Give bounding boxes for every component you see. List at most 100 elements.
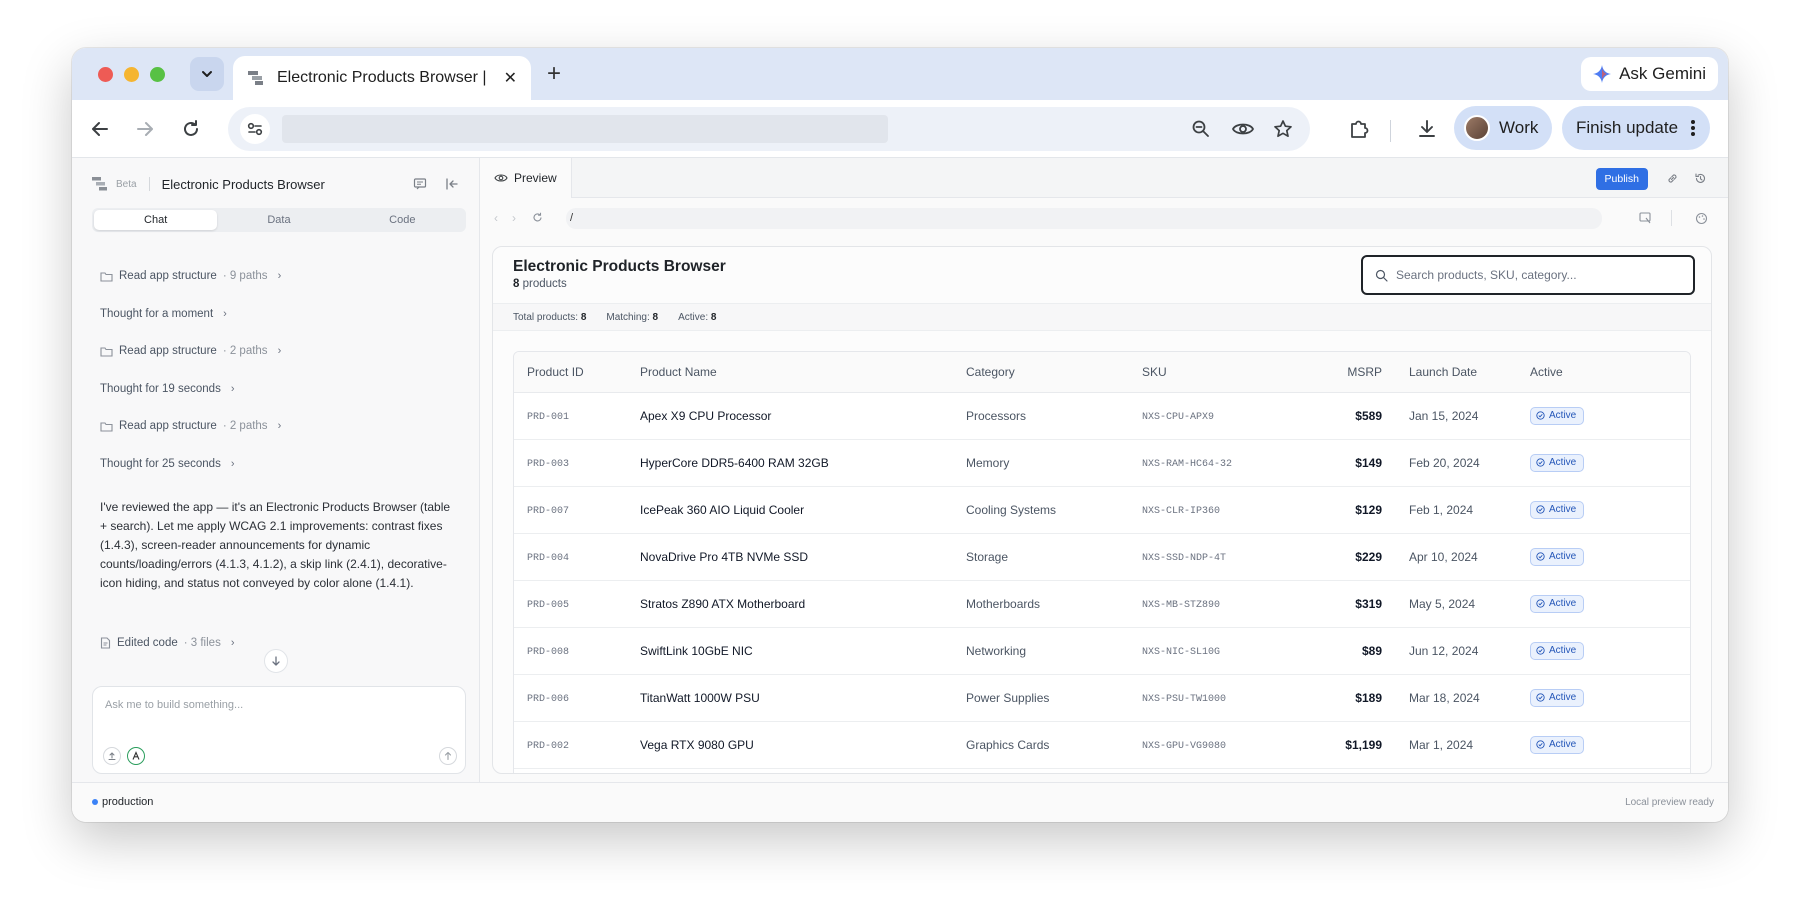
product-name: HyperCore DDR5-6400 RAM 32GB (640, 455, 829, 470)
activity-label: Read app structure (119, 345, 217, 357)
scroll-down-button[interactable] (264, 649, 288, 673)
maximize-window-button[interactable] (150, 67, 165, 82)
product-count: 8 products (513, 278, 567, 290)
forward-arrow-icon[interactable] (134, 118, 156, 140)
chevron-right-icon: › (230, 637, 235, 649)
table-row[interactable]: PRD-007 IcePeak 360 AIO Liquid Cooler Cool… (514, 486, 1690, 534)
product-id: PRD-006 (527, 694, 570, 705)
product-name: IcePeak 360 AIO Liquid Cooler (640, 502, 805, 517)
browser-toolbar: Work Finish update (72, 100, 1728, 158)
minimize-window-button[interactable] (124, 67, 139, 82)
activity-item[interactable]: Read app structure · 9 paths › (100, 270, 281, 282)
palette-icon[interactable] (1695, 212, 1708, 225)
inspect-icon[interactable] (1639, 212, 1652, 224)
address-bar[interactable] (228, 107, 1310, 151)
profile-button[interactable]: Work (1454, 106, 1553, 150)
ask-gemini-button[interactable]: Ask Gemini (1581, 57, 1718, 91)
search-input[interactable] (1396, 268, 1686, 282)
status-badge: Active (1530, 594, 1585, 613)
activity-item[interactable]: Read app structure · 2 paths › (100, 345, 281, 357)
star-icon[interactable] (1272, 118, 1294, 140)
history-icon[interactable] (1692, 170, 1708, 186)
activity-item[interactable]: Thought for a moment › (100, 308, 227, 320)
product-sku: NXS-NIC-SL10G (1142, 647, 1221, 658)
app-logo-icon (92, 177, 107, 191)
chevron-right-icon: › (277, 420, 282, 432)
product-sku: NXS-PSU-TW1000 (1142, 694, 1227, 705)
check-circle-icon (1536, 458, 1545, 467)
product-count-suffix: products (522, 278, 567, 290)
product-msrp: $319 (1355, 596, 1382, 611)
download-icon[interactable] (1416, 118, 1438, 140)
close-icon[interactable]: ✕ (504, 68, 517, 88)
column-header-launch-date[interactable]: Launch Date (1382, 352, 1530, 393)
plus-icon[interactable]: + (542, 60, 566, 87)
folder-icon (100, 421, 113, 432)
preview-reload-icon[interactable] (532, 212, 543, 223)
extensions-icon[interactable] (1348, 118, 1370, 140)
tab-data[interactable]: Data (217, 210, 340, 230)
url-text-redacted (282, 115, 888, 143)
edited-code-item[interactable]: Edited code · 3 files › (100, 637, 235, 649)
tab-preview[interactable]: Preview (480, 158, 572, 198)
table-row[interactable]: PRD-006 TitanWatt 1000W PSU Power Supplies… (514, 674, 1690, 722)
stat-matching: Matching: 8 (606, 312, 658, 323)
activity-label: Read app structure (119, 420, 217, 432)
status-badge: Active (1530, 735, 1585, 754)
zoom-out-icon[interactable] (1190, 118, 1212, 140)
table-row[interactable]: PRD-002 Vega RTX 9080 GPU Graphics Cards NX… (514, 721, 1690, 769)
publish-button[interactable]: Publish (1595, 168, 1648, 190)
chat-composer[interactable]: Ask me to build something... (92, 686, 466, 774)
upload-icon[interactable] (103, 747, 121, 765)
environment-indicator[interactable]: production (92, 796, 153, 808)
status-badge: Active (1530, 453, 1585, 472)
link-icon[interactable] (1664, 170, 1680, 186)
product-msrp: $589 (1355, 408, 1382, 423)
composer-input[interactable]: Ask me to build something... (105, 699, 243, 711)
reload-icon[interactable] (180, 118, 202, 140)
table-row[interactable]: PRD-001 Apex X9 CPU Processor Processors NX… (514, 392, 1690, 440)
column-header-product-name[interactable]: Product Name (640, 352, 966, 393)
tab-title: Electronic Products Browser | (277, 69, 487, 86)
preview-path-input[interactable]: / (566, 208, 1602, 229)
comment-icon[interactable] (410, 174, 430, 194)
search-box[interactable] (1361, 255, 1695, 295)
send-icon[interactable] (439, 747, 457, 765)
preview-panel: Preview Publish ‹ › / Electronic Product… (480, 158, 1728, 782)
collapse-panel-icon[interactable] (442, 174, 462, 194)
browser-tab[interactable]: Electronic Products Browser | ✕ (233, 56, 531, 100)
close-window-button[interactable] (98, 67, 113, 82)
activity-item[interactable]: Thought for 19 seconds › (100, 383, 235, 395)
edited-code-detail: · 3 files (183, 637, 221, 649)
eye-icon[interactable] (1232, 118, 1254, 140)
product-msrp: $89 (1361, 643, 1382, 658)
preview-forward-icon[interactable]: › (512, 211, 516, 225)
product-sku: NXS-RAM-HC64-32 (1142, 459, 1233, 470)
table-row[interactable]: PRD-008 SwiftLink 10GbE NIC Networking NXS-… (514, 627, 1690, 675)
product-category: Storage (966, 549, 1009, 564)
product-launch-date: May 5, 2024 (1409, 596, 1476, 611)
site-settings-icon[interactable] (240, 114, 270, 144)
tab-code[interactable]: Code (341, 210, 464, 230)
back-arrow-icon[interactable] (89, 118, 111, 140)
finish-update-button[interactable]: Finish update (1562, 106, 1711, 150)
table-row[interactable]: PRD-003 HyperCore DDR5-6400 RAM 32GB Memor… (514, 439, 1690, 487)
tab-search-button[interactable] (190, 57, 224, 91)
column-header-sku[interactable]: SKU (1142, 352, 1282, 393)
column-header-active[interactable]: Active (1530, 352, 1690, 393)
eye-icon (494, 174, 508, 182)
products-card: Electronic Products Browser 8 products T… (492, 246, 1712, 774)
activity-item[interactable]: Thought for 25 seconds › (100, 458, 235, 470)
chevron-right-icon: › (230, 458, 235, 470)
model-selector-icon[interactable] (127, 747, 145, 765)
preview-back-icon[interactable]: ‹ (494, 211, 498, 225)
stat-active-label: Active: (678, 311, 709, 323)
activity-item[interactable]: Read app structure · 2 paths › (100, 420, 281, 432)
column-header-msrp[interactable]: MSRP (1282, 352, 1382, 393)
column-header-product-id[interactable]: Product ID (514, 352, 640, 393)
table-row[interactable]: PRD-004 NovaDrive Pro 4TB NVMe SSD Storage… (514, 533, 1690, 581)
table-row[interactable]: PRD-005 Stratos Z890 ATX Motherboard Mothe… (514, 580, 1690, 628)
product-launch-date: Apr 10, 2024 (1409, 549, 1478, 564)
column-header-category[interactable]: Category (966, 352, 1142, 393)
tab-chat[interactable]: Chat (94, 210, 218, 230)
